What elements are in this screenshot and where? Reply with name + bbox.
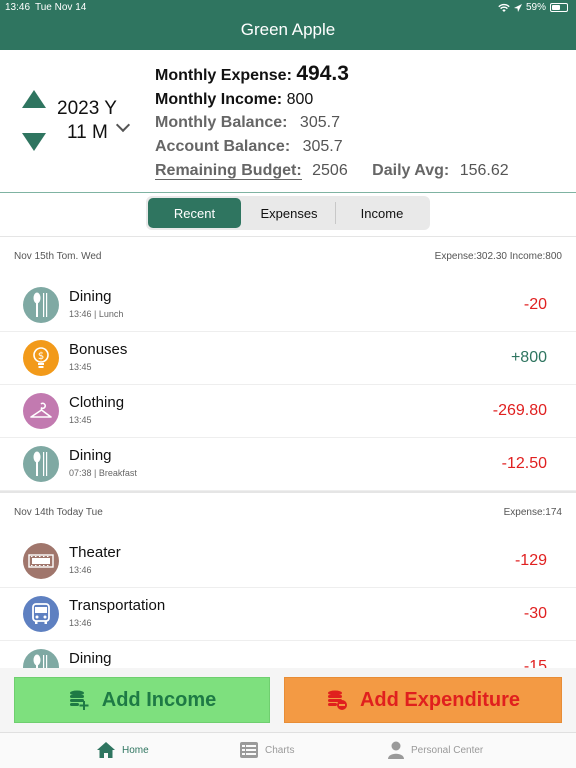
list-item[interactable]: Transportation 13:46 -30 bbox=[0, 588, 576, 641]
list-item[interactable]: Theater 13:46 -129 bbox=[0, 535, 576, 588]
tab-home-label: Home bbox=[122, 744, 149, 756]
battery-icon bbox=[550, 3, 568, 12]
tab-personal-center-label: Personal Center bbox=[411, 744, 484, 756]
next-month-arrow-icon[interactable] bbox=[22, 133, 46, 151]
day-header-totals: Expense:174 bbox=[503, 507, 562, 518]
add-income-button[interactable]: Add Income bbox=[14, 677, 270, 723]
wifi-icon bbox=[498, 3, 510, 12]
day-header: Nov 14th Today Tue Expense:174 bbox=[0, 493, 576, 533]
bus-icon bbox=[23, 596, 59, 632]
add-income-label: Add Income bbox=[101, 688, 217, 711]
tab-home[interactable]: Home bbox=[96, 741, 149, 759]
day-header-totals: Expense:302.30 Income:800 bbox=[434, 251, 562, 262]
item-subtitle: 13:46 | Lunch bbox=[69, 309, 124, 319]
monthly-expense-value: 494.3 bbox=[296, 62, 349, 85]
add-expenditure-label: Add Expenditure bbox=[359, 688, 520, 711]
chevron-down-icon[interactable] bbox=[115, 117, 131, 133]
list-item[interactable]: $ Bonuses 13:45 +800 bbox=[0, 332, 576, 385]
daily-avg-label: Daily Avg: bbox=[372, 162, 450, 179]
charts-list-icon bbox=[240, 742, 258, 758]
tab-income[interactable]: Income bbox=[336, 198, 428, 228]
tab-expenses[interactable]: Expenses bbox=[243, 198, 335, 228]
item-amount: -20 bbox=[523, 296, 547, 313]
previous-month-arrow-icon[interactable] bbox=[22, 90, 46, 108]
day-header-label: Nov 15th Tom. Wed bbox=[14, 251, 102, 262]
list-item[interactable]: Dining 13:46 | Lunch -20 bbox=[0, 279, 576, 332]
battery-percent: 59% bbox=[525, 2, 546, 13]
item-subtitle: 13:46 bbox=[69, 565, 92, 575]
item-name: Dining bbox=[69, 650, 112, 667]
item-amount: -129 bbox=[514, 552, 547, 569]
account-balance-row: Account Balance: 305.7 bbox=[155, 138, 343, 156]
hanger-icon bbox=[23, 393, 59, 429]
monthly-income-row: Monthly Income: 800 bbox=[155, 91, 313, 109]
item-subtitle: 13:45 bbox=[69, 415, 92, 425]
item-amount: -30 bbox=[523, 605, 547, 622]
coins-plus-icon bbox=[69, 690, 89, 710]
utensils-icon bbox=[23, 649, 59, 668]
list-item[interactable]: Clothing 13:45 -269.80 bbox=[0, 385, 576, 438]
tab-recent[interactable]: Recent bbox=[148, 198, 241, 228]
year-label[interactable]: 2023 Y bbox=[57, 98, 117, 120]
person-icon bbox=[388, 741, 404, 759]
monthly-balance-row: Monthly Balance: 305.7 bbox=[155, 114, 340, 132]
item-name: Theater bbox=[69, 544, 121, 561]
film-strip-icon bbox=[23, 543, 59, 579]
tab-charts-label: Charts bbox=[265, 744, 295, 756]
lightbulb-dollar-icon: $ bbox=[23, 340, 59, 376]
status-time: 13:46 bbox=[5, 2, 31, 13]
tab-charts[interactable]: Charts bbox=[239, 741, 294, 759]
top-bar: 13:46 Tue Nov 14 59% Green Apple bbox=[0, 0, 576, 50]
home-icon bbox=[97, 742, 115, 758]
item-name: Transportation bbox=[69, 597, 166, 614]
day-header: Nov 15th Tom. Wed Expense:302.30 Income:… bbox=[0, 237, 576, 277]
item-subtitle: 13:46 bbox=[69, 618, 92, 628]
add-expenditure-button[interactable]: Add Expenditure bbox=[284, 677, 562, 723]
account-balance-value: 305.7 bbox=[302, 138, 343, 155]
item-amount: -269.80 bbox=[492, 402, 547, 419]
utensils-icon bbox=[23, 287, 59, 323]
monthly-balance-label: Monthly Balance: bbox=[155, 114, 288, 131]
remaining-budget-label[interactable]: Remaining Budget: bbox=[155, 162, 302, 180]
status-date: Tue Nov 14 bbox=[35, 2, 87, 13]
svg-text:$: $ bbox=[38, 351, 44, 362]
item-amount: -12.50 bbox=[501, 455, 547, 472]
daily-avg-value: 156.62 bbox=[459, 162, 509, 179]
utensils-icon bbox=[23, 446, 59, 482]
tab-personal-center[interactable]: Personal Center bbox=[387, 741, 483, 759]
item-subtitle: 13:45 bbox=[69, 362, 92, 372]
remaining-budget-row: Remaining Budget: 2506 Daily Avg: 156.62 bbox=[155, 162, 509, 180]
month-label[interactable]: 11 M bbox=[67, 122, 108, 144]
item-subtitle: 07:38 | Breakfast bbox=[69, 468, 137, 478]
item-amount: -15 bbox=[523, 658, 547, 668]
item-name: Dining bbox=[69, 288, 112, 305]
remaining-budget-value: 2506 bbox=[312, 162, 348, 179]
list-item[interactable]: Dining 07:38 | Breakfast -12.50 bbox=[0, 438, 576, 491]
action-bar: Add Income Add Expenditure bbox=[0, 668, 576, 732]
monthly-balance-value: 305.7 bbox=[299, 114, 340, 131]
item-name: Clothing bbox=[69, 394, 125, 411]
monthly-expense-row: Monthly Expense: 494.3 bbox=[155, 62, 349, 86]
app-title: Green Apple bbox=[240, 20, 336, 39]
account-balance-label: Account Balance: bbox=[155, 138, 291, 155]
summary-panel: 2023 Y 11 M Monthly Expense: 494.3 Month… bbox=[0, 50, 576, 193]
item-name: Bonuses bbox=[69, 341, 128, 358]
bottom-tab-bar: Home Charts Personal Center bbox=[0, 732, 576, 768]
transaction-list[interactable]: Nov 15th Tom. Wed Expense:302.30 Income:… bbox=[0, 236, 576, 668]
list-item[interactable]: Dining -15 bbox=[0, 641, 576, 668]
status-right: 59% bbox=[498, 2, 568, 13]
filter-segmented-control: Recent Expenses Income bbox=[146, 196, 430, 230]
status-bar: 13:46 Tue Nov 14 59% bbox=[0, 0, 576, 16]
item-name: Dining bbox=[69, 447, 112, 464]
location-icon bbox=[513, 3, 522, 12]
battery-fill bbox=[552, 5, 560, 10]
item-amount: +800 bbox=[510, 349, 547, 366]
coins-minus-icon bbox=[327, 690, 347, 710]
monthly-income-value: 800 bbox=[286, 91, 314, 108]
monthly-expense-label: Monthly Expense: bbox=[155, 67, 292, 84]
day-header-label: Nov 14th Today Tue bbox=[14, 507, 103, 518]
monthly-income-label: Monthly Income: bbox=[155, 91, 283, 108]
